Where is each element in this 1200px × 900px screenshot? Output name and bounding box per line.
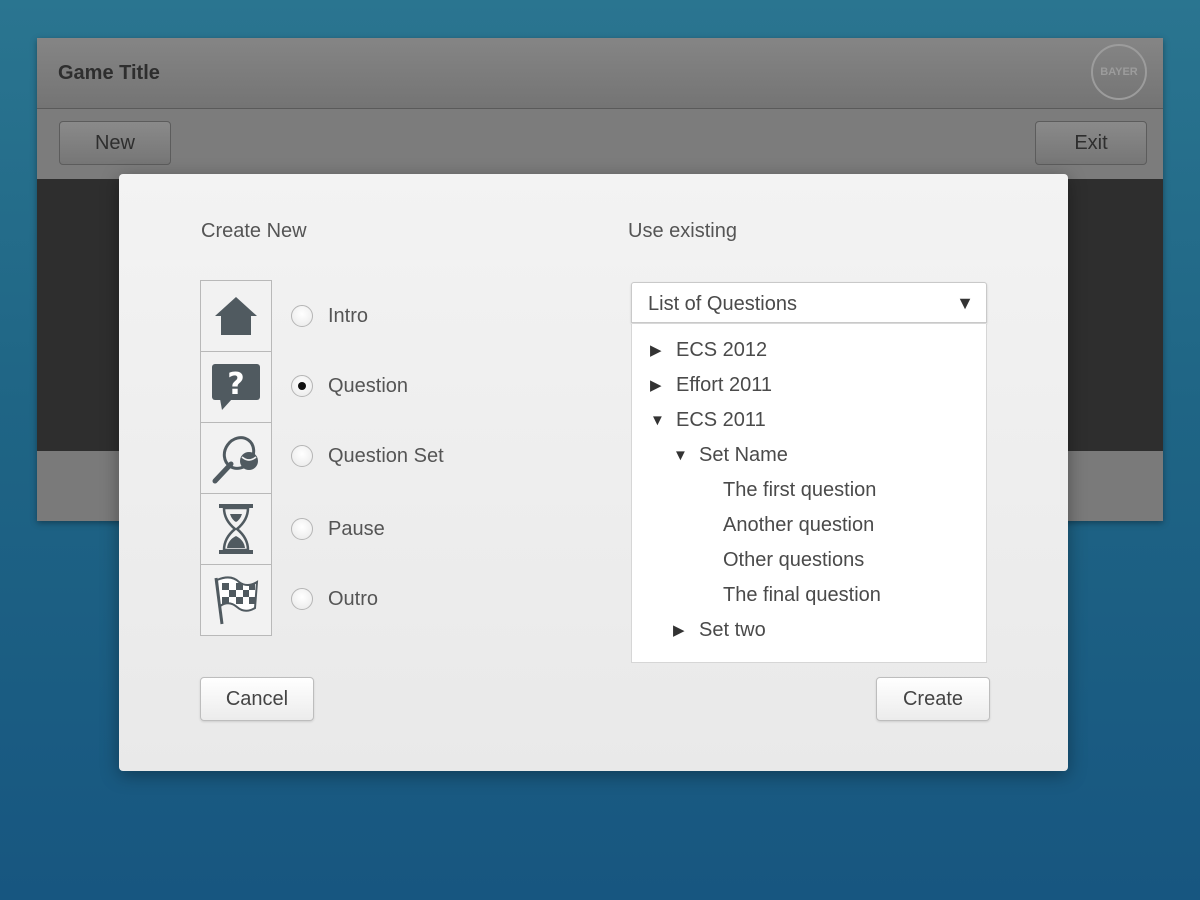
svg-text:?: ? [227, 367, 244, 402]
tree-item[interactable]: ▶ Set two [673, 616, 766, 644]
tree-leaf-item[interactable]: Other questions [723, 546, 864, 574]
tree-item[interactable]: ▼ Set Name [673, 441, 788, 469]
collapse-arrow-icon[interactable]: ▼ [650, 412, 676, 429]
question-list-select[interactable]: List of Questions ▼ [631, 282, 987, 323]
exit-button[interactable]: Exit [1035, 121, 1147, 165]
home-icon[interactable] [201, 281, 271, 352]
app-toolbar: New Exit [37, 109, 1163, 179]
tree-item-label: The final question [723, 583, 881, 606]
question-tree: ▶ ECS 2012 ▶ Effort 2011 ▼ ECS 2011 ▼ Se… [631, 324, 987, 663]
intro-radio[interactable] [291, 305, 313, 327]
outro-radio[interactable] [291, 588, 313, 610]
app-title: Game Title [58, 62, 160, 84]
tree-item-label: Set Name [699, 443, 788, 466]
question-bubble-icon[interactable]: ? [201, 352, 271, 423]
tree-item-label: The first question [723, 478, 877, 501]
select-value: List of Questions [648, 293, 797, 315]
cancel-button[interactable]: Cancel [200, 677, 314, 721]
option-outro[interactable]: Outro [291, 585, 378, 613]
tree-item[interactable]: ▶ Effort 2011 [650, 371, 772, 399]
tree-leaf-item[interactable]: The final question [723, 581, 881, 609]
tree-leaf-item[interactable]: The first question [723, 476, 876, 504]
question-set-radio[interactable] [291, 445, 313, 467]
checkered-flag-icon[interactable] [201, 565, 271, 635]
tree-item-label: ECS 2011 [676, 408, 766, 431]
tree-item[interactable]: ▶ ECS 2012 [650, 336, 767, 364]
intro-label: Intro [328, 304, 369, 327]
option-pause[interactable]: Pause [291, 515, 385, 543]
expand-arrow-icon[interactable]: ▶ [650, 341, 676, 359]
option-question[interactable]: Question [291, 372, 408, 400]
pause-radio[interactable] [291, 518, 313, 540]
chevron-down-icon[interactable]: ▼ [956, 293, 974, 314]
expand-arrow-icon[interactable]: ▶ [650, 376, 676, 394]
question-set-label: Question Set [328, 444, 444, 467]
tree-leaf-item[interactable]: Another question [723, 511, 874, 539]
new-button[interactable]: New [59, 121, 171, 165]
tree-item-label: Effort 2011 [676, 373, 772, 396]
question-label: Question [328, 374, 409, 397]
option-intro[interactable]: Intro [291, 302, 368, 330]
tree-item-label: Set two [699, 618, 766, 641]
app-titlebar: Game Title BAYER [37, 38, 1163, 109]
collapse-arrow-icon[interactable]: ▼ [673, 447, 699, 464]
tree-item[interactable]: ▼ ECS 2011 [650, 406, 766, 434]
create-new-heading: Create New [201, 220, 307, 242]
option-question-set[interactable]: Question Set [291, 442, 444, 470]
use-existing-heading: Use existing [628, 220, 737, 242]
bayer-logo: BAYER [1091, 44, 1147, 100]
create-dialog: Create New Use existing ? Intro Question… [119, 174, 1068, 771]
type-icon-column: ? [200, 280, 272, 636]
racket-ball-icon[interactable] [201, 423, 271, 494]
hourglass-icon[interactable] [201, 494, 271, 565]
pause-label: Pause [328, 517, 385, 540]
logo-text: BAYER [1100, 66, 1138, 78]
outro-label: Outro [328, 587, 379, 610]
tree-item-label: Other questions [723, 548, 865, 571]
tree-item-label: Another question [723, 513, 875, 536]
create-button[interactable]: Create [876, 677, 990, 721]
tree-item-label: ECS 2012 [676, 338, 768, 361]
question-radio[interactable] [291, 375, 313, 397]
expand-arrow-icon[interactable]: ▶ [673, 621, 699, 639]
